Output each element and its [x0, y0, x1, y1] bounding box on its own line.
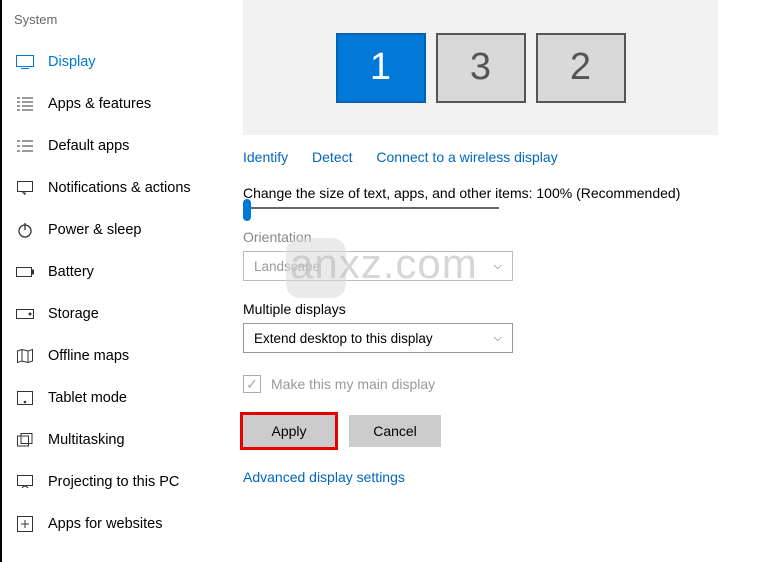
- sidebar-item-label: Apps for websites: [48, 516, 162, 532]
- multitask-icon: [14, 429, 36, 451]
- chevron-down-icon: ⌵: [494, 332, 502, 345]
- sidebar-item-label: Storage: [48, 306, 99, 322]
- main-content: 1 3 2 Identify Detect Connect to a wirel…: [217, 0, 768, 562]
- sidebar-item-label: Tablet mode: [48, 390, 127, 406]
- slider-track: [243, 207, 499, 209]
- chevron-down-icon: ⌵: [494, 260, 502, 273]
- list-icon: [14, 93, 36, 115]
- multiple-displays-value: Extend desktop to this display: [254, 331, 433, 346]
- main-display-label: Make this my main display: [271, 376, 435, 392]
- sidebar-item-label: Apps & features: [48, 96, 151, 112]
- apply-button[interactable]: Apply: [243, 415, 335, 447]
- sidebar-item-storage[interactable]: Storage: [10, 293, 217, 335]
- sidebar-item-display[interactable]: Display: [10, 41, 217, 83]
- link-icon: [14, 513, 36, 535]
- sidebar-item-battery[interactable]: Battery: [10, 251, 217, 293]
- orientation-label: Orientation: [243, 229, 758, 245]
- orientation-dropdown[interactable]: Landscape ⌵: [243, 251, 513, 281]
- sidebar-item-apps-websites[interactable]: Apps for websites: [10, 503, 217, 545]
- sidebar-item-label: Projecting to this PC: [48, 474, 179, 490]
- button-row: Apply Cancel: [243, 415, 758, 447]
- monitor-3[interactable]: 3: [436, 33, 526, 103]
- multiple-displays-label: Multiple displays: [243, 301, 758, 317]
- wireless-display-link[interactable]: Connect to a wireless display: [376, 149, 557, 165]
- display-links: Identify Detect Connect to a wireless di…: [243, 149, 758, 165]
- advanced-display-settings-link[interactable]: Advanced display settings: [243, 469, 758, 485]
- sidebar-item-label: Default apps: [48, 138, 129, 154]
- sidebar-item-label: Display: [48, 54, 96, 70]
- sidebar-item-apps-features[interactable]: Apps & features: [10, 83, 217, 125]
- sidebar-item-label: Offline maps: [48, 348, 129, 364]
- project-icon: [14, 471, 36, 493]
- multiple-displays-dropdown[interactable]: Extend desktop to this display ⌵: [243, 323, 513, 353]
- sidebar-item-notifications[interactable]: Notifications & actions: [10, 167, 217, 209]
- main-display-checkbox-row: ✓ Make this my main display: [243, 375, 758, 393]
- sidebar-item-default-apps[interactable]: Default apps: [10, 125, 217, 167]
- notification-icon: [14, 177, 36, 199]
- sidebar-item-multitasking[interactable]: Multitasking: [10, 419, 217, 461]
- sidebar-item-tablet-mode[interactable]: Tablet mode: [10, 377, 217, 419]
- tablet-icon: [14, 387, 36, 409]
- orientation-value: Landscape: [254, 259, 320, 274]
- slider-thumb[interactable]: [243, 199, 251, 221]
- cancel-button[interactable]: Cancel: [349, 415, 441, 447]
- sidebar-item-label: Multitasking: [48, 432, 125, 448]
- sidebar-title: System: [10, 10, 217, 41]
- sidebar-item-label: Notifications & actions: [48, 180, 191, 196]
- identify-link[interactable]: Identify: [243, 149, 288, 165]
- map-icon: [14, 345, 36, 367]
- storage-icon: [14, 303, 36, 325]
- sidebar-item-offline-maps[interactable]: Offline maps: [10, 335, 217, 377]
- display-arrangement[interactable]: 1 3 2: [243, 0, 718, 135]
- detect-link[interactable]: Detect: [312, 149, 352, 165]
- monitor-1[interactable]: 1: [336, 33, 426, 103]
- sidebar-item-label: Battery: [48, 264, 94, 280]
- sidebar-item-label: Power & sleep: [48, 222, 142, 238]
- power-icon: [14, 219, 36, 241]
- sidebar: System Display Apps & features Default a…: [2, 0, 217, 562]
- monitor-2[interactable]: 2: [536, 33, 626, 103]
- battery-icon: [14, 261, 36, 283]
- main-display-checkbox: ✓: [243, 375, 261, 393]
- monitor-icon: [14, 51, 36, 73]
- scale-slider[interactable]: [243, 207, 758, 209]
- sidebar-item-power-sleep[interactable]: Power & sleep: [10, 209, 217, 251]
- sidebar-item-projecting[interactable]: Projecting to this PC: [10, 461, 217, 503]
- scale-label: Change the size of text, apps, and other…: [243, 185, 758, 201]
- defaults-icon: [14, 135, 36, 157]
